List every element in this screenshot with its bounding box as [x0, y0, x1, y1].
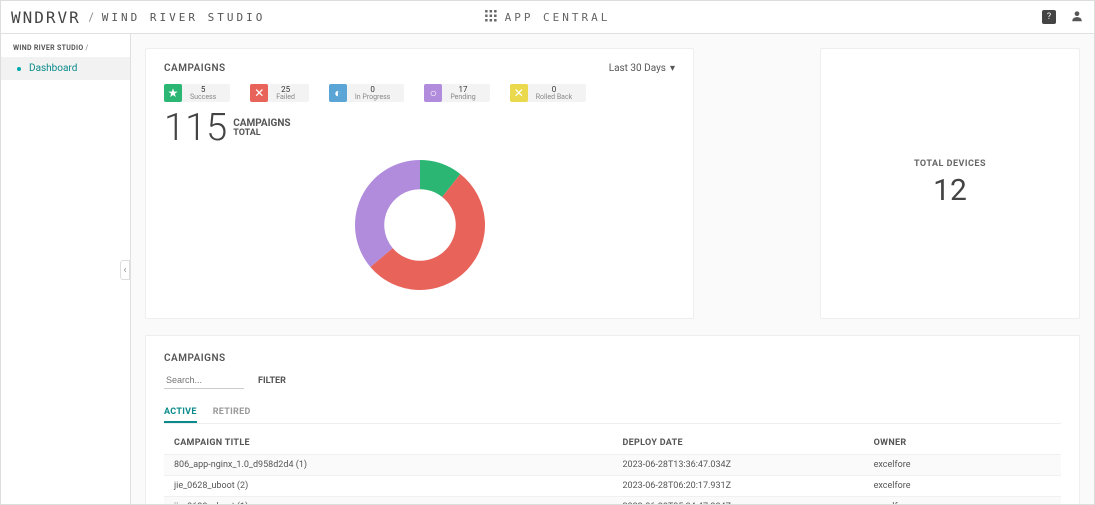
total-label-2: TOTAL	[233, 129, 290, 139]
cell-owner: excelfore	[864, 476, 1061, 497]
campaigns-summary-card: CAMPAIGNS Last 30 Days ▾ ★5Success ✕25Fai…	[145, 48, 694, 319]
app-central-label: APP CENTRAL	[505, 11, 611, 24]
total-devices-card: TOTAL DEVICES 12	[820, 48, 1080, 319]
cell-title: jie_0628_uboot (1)	[164, 497, 613, 505]
app-switcher[interactable]: APP CENTRAL	[485, 10, 611, 25]
date-range-label: Last 30 Days	[609, 63, 666, 74]
devices-value: 12	[933, 173, 967, 208]
table-row[interactable]: jie_0628_uboot (1)2023-06-28T05:34:47.28…	[164, 497, 1061, 505]
chip-label: In Progress	[355, 94, 390, 101]
search-input[interactable]	[164, 372, 244, 389]
logo: WNDRVR	[11, 8, 81, 27]
tab-retired[interactable]: RETIRED	[213, 403, 251, 423]
sidebar-collapse-handle[interactable]: ‹	[120, 260, 130, 280]
table-row[interactable]: 806_app-nginx_1.0_d958d2d4 (1)2023-06-28…	[164, 455, 1061, 476]
col-date[interactable]: DEPLOY DATE	[613, 432, 864, 455]
chevron-down-icon: ▾	[670, 63, 675, 74]
pending-icon: ○	[424, 84, 442, 102]
table-card-title: CAMPAIGNS	[164, 353, 226, 364]
sidebar-item-label: Dashboard	[29, 63, 77, 74]
bullet-icon	[17, 67, 21, 71]
table-row[interactable]: jie_0628_uboot (2)2023-06-28T06:20:17.93…	[164, 476, 1061, 497]
status-chip-success[interactable]: ★5Success	[164, 84, 230, 102]
breadcrumb-slash: /	[86, 44, 89, 52]
campaigns-table-card: CAMPAIGNS FILTER ACTIVE RETIRED CAMPAIGN…	[145, 335, 1080, 504]
sidebar: WIND RIVER STUDIO / Dashboard	[1, 34, 131, 504]
cell-owner: excelfore	[864, 455, 1061, 476]
breadcrumb[interactable]: WIND RIVER STUDIO /	[1, 42, 130, 54]
filter-button[interactable]: FILTER	[258, 376, 286, 386]
devices-label: TOTAL DEVICES	[914, 159, 986, 169]
studio-name: WIND RIVER STUDIO	[102, 11, 266, 24]
date-range-select[interactable]: Last 30 Days ▾	[609, 63, 675, 74]
chip-label: Rolled Back	[536, 94, 573, 101]
rolled-back-icon: ✕	[510, 84, 528, 102]
success-icon: ★	[164, 84, 182, 102]
app-header: WNDRVR / WIND RIVER STUDIO APP CENTRAL ?	[1, 1, 1094, 34]
chip-label: Pending	[450, 94, 475, 101]
campaigns-donut-chart	[164, 150, 675, 300]
breadcrumb-root: WIND RIVER STUDIO	[13, 44, 83, 52]
total-campaigns-value: 115	[164, 106, 227, 150]
col-title[interactable]: CAMPAIGN TITLE	[164, 432, 613, 455]
total-label-1: CAMPAIGNS	[233, 118, 290, 129]
divider: /	[89, 10, 94, 24]
main-content: CAMPAIGNS Last 30 Days ▾ ★5Success ✕25Fai…	[131, 34, 1094, 504]
cell-title: jie_0628_uboot (2)	[164, 476, 613, 497]
cell-owner: excelfore	[864, 497, 1061, 505]
cell-date: 2023-06-28T13:36:47.034Z	[613, 455, 864, 476]
status-chip-in-progress[interactable]: ◐0In Progress	[329, 84, 404, 102]
chip-label: Success	[190, 94, 216, 101]
cell-date: 2023-06-28T05:34:47.284Z	[613, 497, 864, 505]
status-chip-rolled-back[interactable]: ✕0Rolled Back	[510, 84, 587, 102]
help-icon[interactable]: ?	[1042, 10, 1056, 24]
cell-title: 806_app-nginx_1.0_d958d2d4 (1)	[164, 455, 613, 476]
chip-label: Failed	[276, 94, 295, 101]
sidebar-item-dashboard[interactable]: Dashboard	[1, 57, 130, 80]
campaigns-table: CAMPAIGN TITLE DEPLOY DATE OWNER 806_app…	[164, 432, 1061, 504]
status-chip-failed[interactable]: ✕25Failed	[250, 84, 309, 102]
user-icon[interactable]	[1070, 9, 1084, 26]
apps-icon	[485, 10, 497, 25]
status-chip-pending[interactable]: ○17Pending	[424, 84, 489, 102]
status-chip-row: ★5Success ✕25Failed ◐0In Progress ○17Pendin…	[164, 84, 675, 102]
cell-date: 2023-06-28T06:20:17.931Z	[613, 476, 864, 497]
card-title: CAMPAIGNS	[164, 63, 226, 74]
in-progress-icon: ◐	[329, 84, 347, 102]
failed-icon: ✕	[250, 84, 268, 102]
tab-active[interactable]: ACTIVE	[164, 403, 197, 423]
donut-slice-pending	[355, 160, 420, 267]
col-owner[interactable]: OWNER	[864, 432, 1061, 455]
